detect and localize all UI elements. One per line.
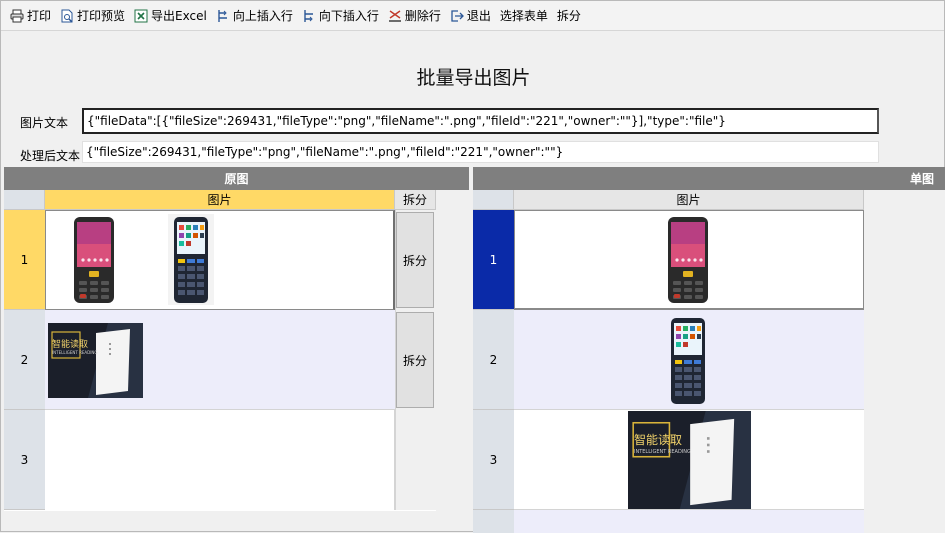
row-header[interactable]: 1 (4, 210, 45, 310)
delete-row-button[interactable]: 删除行 (385, 5, 445, 27)
row-header[interactable]: 2 (473, 310, 514, 410)
row-number: 1 (489, 252, 498, 267)
insert-row-below-button[interactable]: 向下插入行 (299, 5, 383, 27)
select-form-label: 选择表单 (499, 9, 548, 23)
col-header-image[interactable]: 图片 (45, 190, 395, 210)
left-grid-title: 原图 (224, 172, 249, 186)
col-header-image-label: 图片 (207, 193, 232, 207)
split-button-label: 拆分 (402, 253, 427, 268)
right-grid-empty-area (864, 190, 945, 533)
card-title-text: 智能读取 (52, 340, 89, 350)
row-number: 1 (20, 252, 29, 267)
split-toolbar-button[interactable]: 拆分 (554, 5, 585, 27)
android-phone-image (666, 215, 710, 305)
card-subtitle-text: INTELLIGENT READING (634, 449, 691, 455)
processed-text-field[interactable]: {"fileSize":269431,"fileType":"png","fil… (82, 141, 879, 163)
corner-cell (4, 190, 45, 210)
right-grid-header: 单图 (473, 167, 945, 190)
col-header-image[interactable]: 图片 (514, 190, 864, 210)
right-grid: 单图 图片 1 2 3 智能读取 INTELLIGENT READING (473, 167, 945, 533)
row-number: 3 (489, 452, 498, 467)
exit-button[interactable]: 退出 (447, 5, 495, 27)
corner-cell (473, 190, 514, 210)
app-window: 打印 打印预览 导出Excel 向上插入行 向下插入行 删除行 退出 选择表单 … (0, 0, 945, 533)
row-number: 2 (20, 352, 29, 367)
card-reader-image: 智能读取 INTELLIGENT READING (48, 323, 143, 398)
select-form-button[interactable]: 选择表单 (497, 5, 552, 27)
col-header-split-label: 拆分 (402, 193, 427, 207)
insert-above-label: 向上插入行 (232, 9, 293, 23)
exit-label: 退出 (466, 9, 491, 23)
image-cell[interactable] (45, 410, 395, 510)
processed-text-label: 处理后文本 (20, 149, 81, 163)
export-excel-button[interactable]: 导出Excel (131, 5, 211, 27)
split-button[interactable]: 拆分 (396, 212, 434, 308)
printer-icon (10, 9, 24, 23)
split-toolbar-label: 拆分 (556, 9, 581, 23)
left-grid-empty-area (436, 190, 469, 511)
row-header (473, 510, 514, 533)
insert-below-icon (302, 9, 316, 23)
split-button[interactable]: 拆分 (396, 312, 434, 408)
delete-row-icon (388, 9, 402, 23)
row-header[interactable]: 3 (4, 410, 45, 510)
print-preview-button[interactable]: 打印预览 (57, 5, 129, 27)
export-excel-label: 导出Excel (151, 9, 207, 23)
keypad-terminal-image (665, 314, 711, 407)
right-grid-title: 单图 (909, 172, 934, 186)
image-text-value: {"fileData":[{"fileSize":269431,"fileTyp… (87, 114, 726, 128)
image-text-field[interactable]: {"fileData":[{"fileSize":269431,"fileTyp… (82, 108, 879, 134)
row-header[interactable]: 3 (473, 410, 514, 510)
left-grid: 原图 图片 拆分 1 2 3 拆分 拆分 智能读取 INTELLIGENT RE… (4, 167, 469, 511)
print-label: 打印 (27, 9, 52, 23)
insert-above-icon (216, 9, 230, 23)
col-header-split[interactable]: 拆分 (395, 190, 436, 210)
keypad-terminal-image (168, 214, 214, 305)
row-number: 2 (489, 352, 498, 367)
exit-icon (450, 9, 464, 23)
print-preview-icon (60, 9, 74, 23)
card-subtitle-text: INTELLIGENT READING (52, 350, 98, 355)
card-reader-image: 智能读取 INTELLIGENT READING (628, 411, 751, 509)
insert-below-label: 向下插入行 (318, 9, 379, 23)
card-title-text: 智能读取 (634, 433, 683, 447)
left-grid-header: 原图 (4, 167, 469, 190)
print-preview-label: 打印预览 (77, 9, 126, 23)
row-header[interactable]: 2 (4, 310, 45, 410)
processed-text-value: {"fileSize":269431,"fileType":"png","fil… (86, 145, 564, 159)
page-title: 批量导出图片 (416, 67, 531, 89)
delete-row-label: 删除行 (404, 9, 441, 23)
image-cell[interactable] (514, 510, 864, 533)
row-number: 3 (20, 452, 29, 467)
row-header-selected[interactable]: 1 (473, 210, 514, 310)
excel-icon (134, 9, 148, 23)
print-button[interactable]: 打印 (7, 5, 55, 27)
col-header-image-label: 图片 (676, 193, 701, 207)
android-phone-image (72, 216, 116, 304)
insert-row-above-button[interactable]: 向上插入行 (213, 5, 297, 27)
toolbar: 打印 打印预览 导出Excel 向上插入行 向下插入行 删除行 退出 选择表单 … (1, 1, 944, 31)
split-button-label: 拆分 (402, 353, 427, 368)
image-text-label: 图片文本 (20, 116, 69, 130)
